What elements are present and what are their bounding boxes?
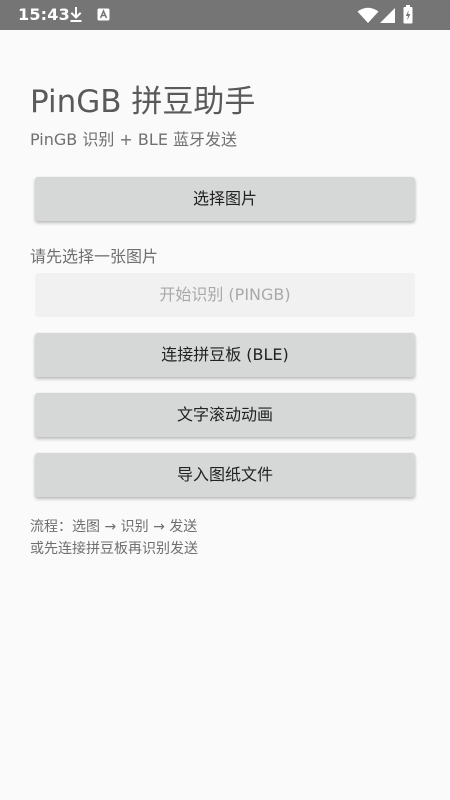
connect-board-button[interactable]: 连接拼豆板 (BLE) [35, 333, 415, 377]
battery-charging-icon [403, 5, 413, 24]
cellular-signal-icon [380, 8, 395, 23]
flow-line-1: 流程：选图 → 识别 → 发送 [30, 519, 198, 535]
android-icon [97, 8, 110, 21]
select-image-button[interactable]: 选择图片 [35, 177, 415, 221]
download-icon [70, 7, 82, 22]
flow-instructions: 流程：选图 → 识别 → 发送 或先连接拼豆板再识别发送 [30, 516, 198, 560]
status-bar: 15:43 [0, 0, 450, 30]
flow-line-2: 或先连接拼豆板再识别发送 [30, 541, 198, 557]
wifi-icon [357, 7, 379, 23]
status-time: 15:43 [18, 5, 70, 24]
start-recognition-button[interactable]: 开始识别 (PINGB) [35, 273, 415, 317]
page-title: PinGB 拼豆助手 [30, 84, 256, 120]
text-scroll-animation-button[interactable]: 文字滚动动画 [35, 393, 415, 437]
status-hint: 请先选择一张图片 [30, 247, 159, 266]
app-screen: 15:43 PinGB 拼豆助手 PinGB 识别 + BLE 蓝牙发送 选择图… [0, 0, 450, 800]
page-subtitle: PinGB 识别 + BLE 蓝牙发送 [30, 130, 238, 149]
import-pattern-button[interactable]: 导入图纸文件 [35, 453, 415, 497]
